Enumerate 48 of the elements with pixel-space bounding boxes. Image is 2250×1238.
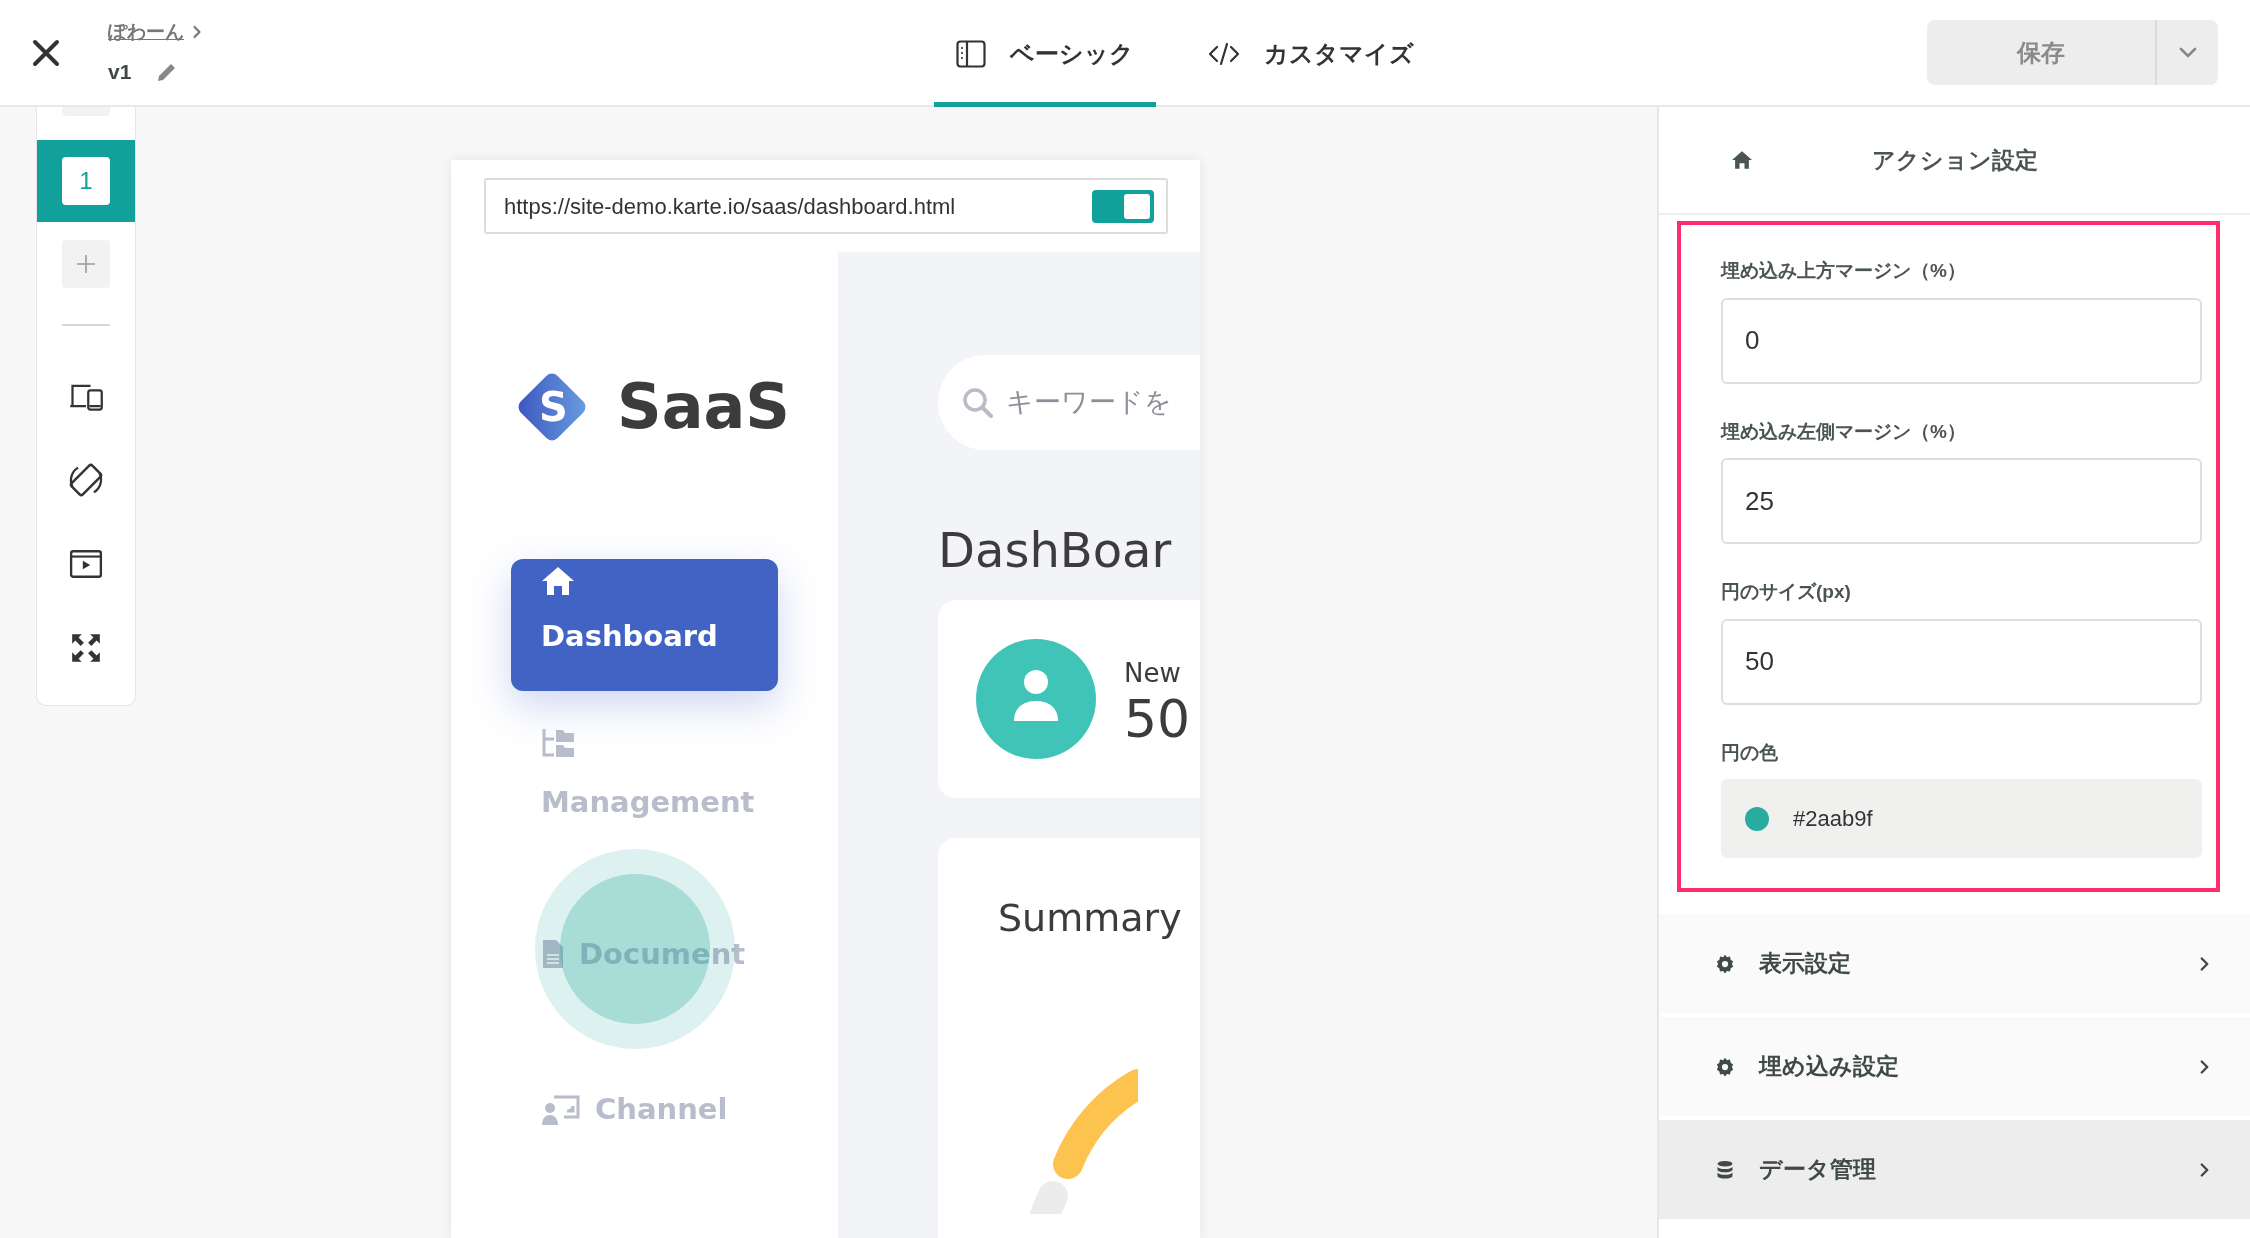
gear-icon [1715, 1056, 1735, 1077]
expand-icon [69, 631, 103, 665]
stat-label: New [1124, 656, 1182, 690]
brand-name: SaaS [617, 369, 790, 445]
field-label: 埋め込み左側マージン（%） [1721, 419, 1967, 444]
input-field[interactable]: 0 [1721, 297, 2202, 384]
presenter-icon [541, 1093, 581, 1126]
database-icon [1715, 1159, 1735, 1180]
page-heading: DashBoar [938, 521, 1173, 580]
chevron-right-icon [192, 23, 202, 40]
tab[interactable]: カスタマイズ [1186, 0, 1436, 107]
document-icon [541, 938, 565, 971]
field-label: 円のサイズ(px) [1721, 580, 1852, 604]
plus-icon [75, 253, 97, 275]
input-field[interactable]: 50 [1721, 618, 2202, 705]
color-field[interactable]: #2aab9f [1721, 779, 2202, 858]
folders-icon [541, 727, 577, 759]
color-swatch[interactable] [1745, 806, 1769, 831]
color-value: #2aab9f [1793, 805, 1873, 833]
field-label: 円の色 [1721, 740, 1779, 765]
logo-letter: S [539, 382, 568, 432]
input-field[interactable]: 25 [1721, 458, 2202, 544]
home-icon [541, 565, 575, 597]
version-label: v1 [108, 59, 132, 85]
panel-title: アクション設定 [1870, 145, 2039, 175]
page-number: 1 [62, 157, 110, 205]
chevron-right-icon [2199, 1161, 2210, 1178]
breadcrumb-link[interactable]: ぽわーん [108, 17, 184, 46]
chevron-right-icon [2199, 1058, 2210, 1075]
play-icon [69, 548, 103, 580]
layout-icon [956, 39, 986, 68]
user-avatar-icon [976, 639, 1096, 759]
url-field[interactable]: https://site-demo.karte.io/saas/dashboard.html [484, 178, 1168, 234]
search-placeholder: キーワードを [1006, 385, 1172, 420]
search-icon [962, 386, 994, 419]
url-text: https://site-demo.karte.io/saas/dashboard.html [504, 192, 956, 221]
stat-value: 50 [1124, 692, 1191, 745]
home-button[interactable] [1731, 150, 1753, 170]
caret-icon [2178, 46, 2197, 59]
summary-title: Summary [998, 895, 1183, 942]
chevron-right-icon [2199, 955, 2210, 972]
nav-item[interactable]: Dashboard [511, 559, 778, 691]
toggle-switch[interactable] [1092, 189, 1154, 223]
home-icon [1731, 150, 1753, 170]
rotate-icon [68, 462, 104, 498]
field-label: 埋め込み上方マージン（%） [1721, 259, 1967, 283]
gear-icon [1715, 953, 1735, 974]
code-icon [1208, 41, 1240, 66]
